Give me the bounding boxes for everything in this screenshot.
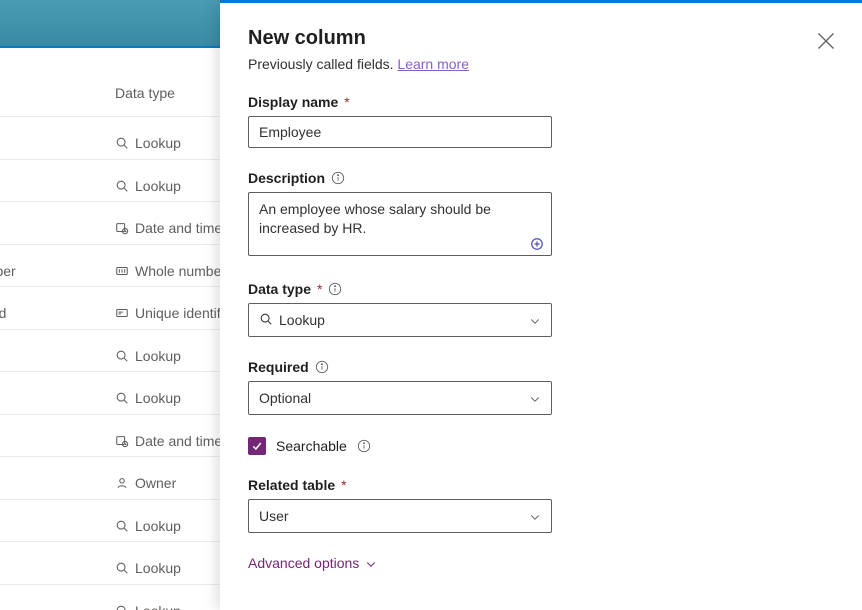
advanced-options-label: Advanced options (248, 555, 359, 571)
chevron-down-icon (529, 510, 541, 522)
info-icon[interactable] (357, 439, 371, 453)
required-value: Optional (259, 390, 311, 406)
chevron-down-icon (529, 314, 541, 326)
description-label: Description (248, 170, 325, 186)
row-datatype: Lookup (135, 603, 181, 610)
info-icon[interactable] (315, 360, 329, 374)
row-datatype: Lookup (135, 135, 181, 151)
datetime-icon (115, 221, 129, 235)
lookup-icon (115, 391, 129, 405)
lookup-icon (115, 519, 129, 533)
column-header-datatype: Data type (115, 85, 175, 101)
related-table-label: Related table (248, 477, 335, 493)
searchable-checkbox[interactable] (248, 437, 266, 455)
chevron-down-icon (529, 392, 541, 404)
learn-more-link[interactable]: Learn more (397, 56, 469, 72)
row-name: am (0, 560, 115, 576)
lookup-icon (115, 179, 129, 193)
row-datatype: Owner (135, 475, 176, 491)
panel-subtitle: Previously called fields. Learn more (248, 56, 834, 72)
display-name-input[interactable] (248, 116, 552, 148)
panel-title: New column (248, 27, 834, 50)
row-name: aseRequestId (0, 305, 115, 321)
whole-icon (115, 264, 129, 278)
lookup-icon (115, 561, 129, 575)
lookup-icon (115, 136, 129, 150)
data-type-select[interactable]: Lookup (248, 303, 552, 337)
row-datatype: Date and time (135, 220, 222, 236)
lookup-icon (115, 604, 129, 610)
owner-icon (115, 476, 129, 490)
required-label: Required (248, 359, 309, 375)
row-name: nBehalfBy (0, 178, 115, 194)
data-type-label: Data type (248, 281, 311, 297)
add-icon[interactable] (530, 237, 544, 251)
row-datatype: Lookup (135, 560, 181, 576)
lookup-icon (115, 349, 129, 363)
row-datatype: Lookup (135, 390, 181, 406)
chevron-down-icon (365, 557, 377, 569)
panel-subtitle-text: Previously called fields. (248, 56, 397, 72)
info-icon[interactable] (331, 171, 345, 185)
row-name: On (0, 433, 115, 449)
required-select[interactable]: Optional (248, 381, 552, 415)
required-asterisk: * (341, 477, 346, 493)
row-name: quenceNumber (0, 263, 115, 279)
row-name: OnBehalfBy (0, 390, 115, 406)
row-datatype: Whole number (135, 263, 226, 279)
searchable-label: Searchable (276, 438, 347, 454)
close-icon[interactable] (816, 31, 836, 51)
row-datatype: Date and time (135, 433, 222, 449)
related-table-select[interactable]: User (248, 499, 552, 533)
row-name: y (0, 348, 115, 364)
required-asterisk: * (344, 94, 349, 110)
row-datatype: Lookup (135, 178, 181, 194)
row-datatype: Lookup (135, 518, 181, 534)
advanced-options-toggle[interactable]: Advanced options (248, 555, 834, 571)
new-column-panel: New column Previously called fields. Lea… (220, 0, 862, 610)
related-table-value: User (259, 508, 289, 524)
row-name: n (0, 220, 115, 236)
row-datatype: Lookup (135, 348, 181, 364)
data-type-value: Lookup (279, 312, 325, 328)
unique-icon (115, 306, 129, 320)
lookup-icon (259, 312, 273, 329)
row-name: usinessUnit (0, 518, 115, 534)
description-textarea[interactable] (248, 192, 552, 256)
row-name: er (0, 603, 115, 610)
display-name-label: Display name (248, 94, 338, 110)
required-asterisk: * (317, 281, 322, 297)
info-icon[interactable] (328, 282, 342, 296)
datetime-icon (115, 434, 129, 448)
